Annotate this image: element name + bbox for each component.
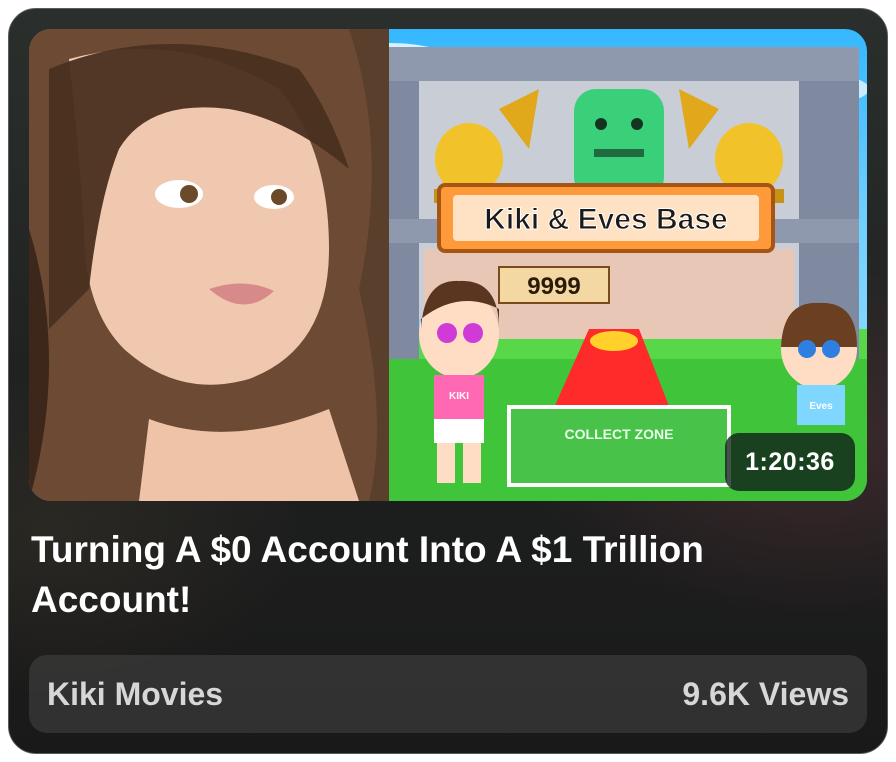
green-statue [574,89,664,199]
video-meta-bar: Kiki Movies 9.6K Views [29,655,867,733]
thumbnail-illustration: Kiki & Eves Base 9999 COLLECT ZONE KIKI [29,29,867,501]
video-duration-badge: 1:20:36 [725,433,855,491]
eves-shirt-text: Eves [809,401,833,412]
collect-zone-label: COLLECT ZONE [565,426,674,442]
counter-boards: 9999 [498,266,610,304]
video-card[interactable]: Kiki & Eves Base 9999 COLLECT ZONE KIKI [8,8,888,754]
counter-text: 9999 [527,273,580,300]
sign-text: Kiki & Eves Base [484,203,727,236]
base-sign: Kiki & Eves Base [437,183,775,253]
view-count: 9.6K Views [682,675,849,712]
channel-name[interactable]: Kiki Movies [47,676,223,713]
video-thumbnail[interactable]: Kiki & Eves Base 9999 COLLECT ZONE KIKI [29,29,867,501]
kiki-shirt-text: KIKI [449,391,469,402]
creator-photo [29,29,389,501]
video-title[interactable]: Turning A $0 Account Into A $1 Trillion … [31,525,831,625]
